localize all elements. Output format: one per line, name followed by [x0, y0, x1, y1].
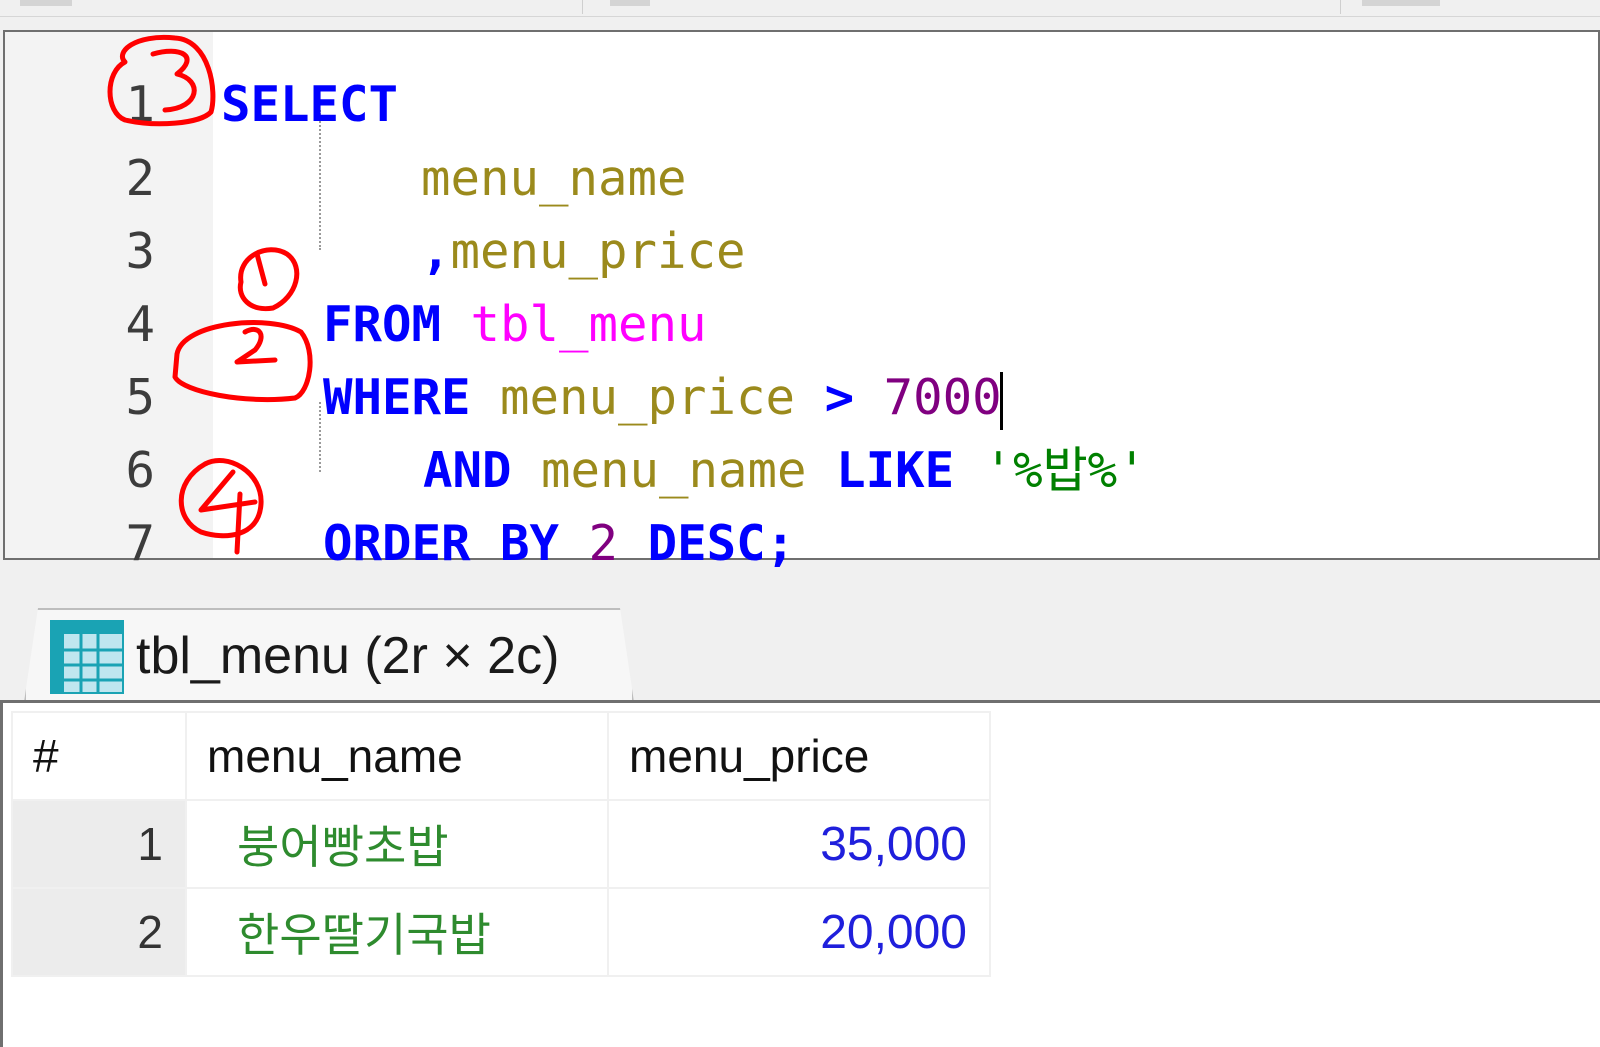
- line-number: 1: [125, 76, 155, 133]
- line-number: 2: [125, 150, 155, 207]
- sql-token: menu_price: [500, 369, 796, 426]
- result-table: # menu_name menu_price 1 붕어빵초밥 35,000 2 …: [11, 711, 991, 977]
- code-line[interactable]: 1 SELECT: [5, 68, 1600, 142]
- line-number: 7: [125, 515, 155, 572]
- scroll-knob[interactable]: [1362, 0, 1440, 6]
- sql-token: menu_name: [421, 150, 687, 207]
- tab-label: tbl_menu (2r × 2c): [136, 627, 560, 685]
- cell-menu-price[interactable]: 20,000: [607, 887, 991, 977]
- code-text: WHERE menu_price > 7000: [323, 361, 1003, 435]
- code-text: FROM tbl_menu: [323, 288, 707, 362]
- column-header-menu-price[interactable]: menu_price: [607, 711, 991, 801]
- sql-token: SELECT: [221, 76, 399, 133]
- sql-token: AND: [423, 442, 512, 499]
- top-toolbar-strip: [0, 0, 1600, 17]
- cell-menu-name[interactable]: 한우딸기국밥: [185, 887, 609, 977]
- code-line[interactable]: 5 WHERE menu_price > 7000: [5, 361, 1600, 435]
- code-line[interactable]: 4 FROM tbl_menu: [5, 288, 1600, 362]
- code-text: menu_name: [421, 142, 687, 216]
- line-number: 6: [125, 442, 155, 499]
- sql-token: ;: [765, 515, 796, 572]
- cell-menu-name[interactable]: 붕어빵초밥: [185, 799, 609, 889]
- cell-menu-price[interactable]: 35,000: [607, 799, 991, 889]
- code-line[interactable]: 3 ,menu_price: [5, 215, 1600, 289]
- row-number[interactable]: 1: [11, 799, 187, 889]
- sql-token: DESC: [647, 515, 766, 572]
- code-line[interactable]: 6 AND menu_name LIKE '%밥%': [5, 434, 1600, 508]
- line-number: 4: [125, 296, 155, 353]
- code-text: ORDER BY 2 DESC;: [323, 507, 795, 581]
- sql-token: FROM: [323, 296, 442, 353]
- line-number: 5: [125, 369, 155, 426]
- sql-token: WHERE: [323, 369, 471, 426]
- column-header-rownum[interactable]: #: [11, 711, 187, 801]
- row-number[interactable]: 2: [11, 887, 187, 977]
- code-line[interactable]: 2 menu_name: [5, 142, 1600, 216]
- column-header-menu-name[interactable]: menu_name: [185, 711, 609, 801]
- sql-token: '%밥%': [983, 442, 1147, 499]
- code-text: ,menu_price: [421, 215, 746, 289]
- sql-token: 7000: [883, 369, 1002, 426]
- line-number: 3: [125, 223, 155, 280]
- sql-token: 2: [588, 515, 619, 572]
- tab-result-tbl-menu[interactable]: tbl_menu (2r × 2c): [24, 608, 634, 702]
- sql-token: menu_name: [541, 442, 807, 499]
- table-grid-icon: [50, 620, 124, 694]
- code-text: AND menu_name LIKE '%밥%': [423, 434, 1147, 508]
- toolbar-segment: [584, 0, 1341, 14]
- toolbar-segment: [0, 0, 583, 14]
- scroll-knob[interactable]: [20, 0, 72, 6]
- table-row[interactable]: 2 한우딸기국밥 20,000: [11, 887, 991, 977]
- text-caret: [999, 371, 1003, 430]
- sql-token: ,: [421, 223, 451, 280]
- sql-token: >: [824, 369, 855, 426]
- sql-editor[interactable]: 1 SELECT 2 menu_name 3 ,menu_price 4 FROM tbl_m…: [3, 30, 1600, 572]
- sql-token: LIKE: [836, 442, 955, 499]
- table-row[interactable]: 1 붕어빵초밥 35,000: [11, 799, 991, 889]
- code-text: SELECT: [221, 68, 398, 142]
- scroll-knob[interactable]: [610, 0, 650, 6]
- result-grid[interactable]: # menu_name menu_price 1 붕어빵초밥 35,000 2 …: [0, 700, 1600, 1047]
- sql-token: ORDER BY: [323, 515, 560, 572]
- sql-token: menu_price: [450, 223, 746, 280]
- code-line[interactable]: 7 ORDER BY 2 DESC;: [5, 507, 1600, 581]
- sql-token: tbl_menu: [470, 296, 707, 353]
